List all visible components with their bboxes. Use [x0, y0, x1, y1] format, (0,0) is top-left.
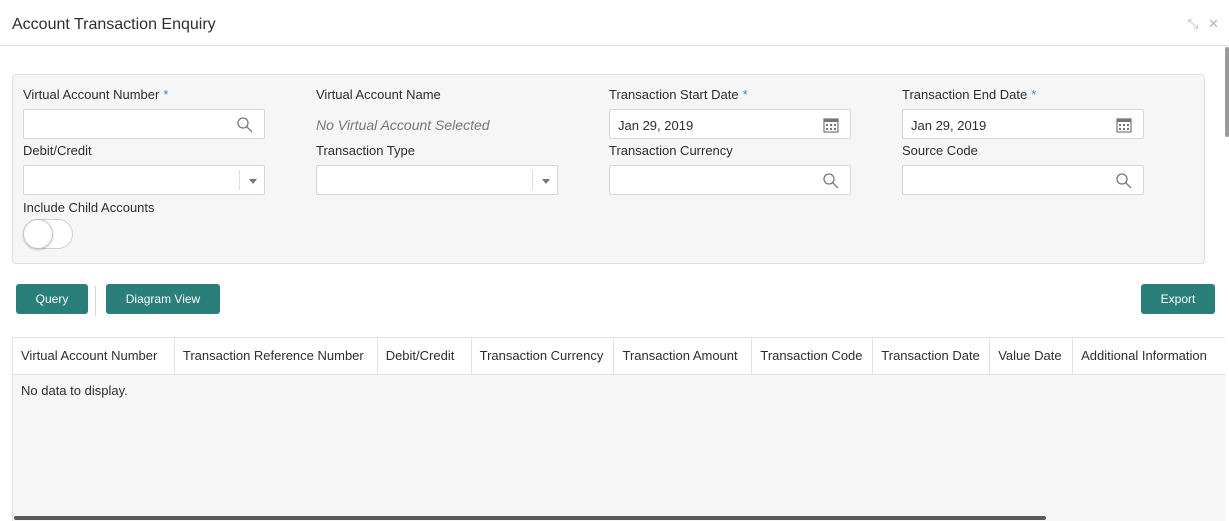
column-header[interactable]: Transaction Amount	[614, 338, 753, 374]
debit-credit-select[interactable]	[23, 165, 265, 195]
debit-credit-field: Debit/Credit	[23, 143, 265, 195]
vertical-scrollbar[interactable]	[1225, 47, 1229, 137]
transaction-start-date-label: Transaction Start Date	[609, 87, 739, 102]
table-body	[13, 405, 1225, 521]
source-code-field: Source Code	[902, 143, 1144, 195]
transaction-end-date-label: Transaction End Date	[902, 87, 1028, 102]
virtual-account-number-field: Virtual Account Number *	[23, 87, 265, 139]
column-header[interactable]: Transaction Date	[873, 338, 991, 374]
column-header[interactable]: Value Date	[990, 338, 1074, 374]
export-button[interactable]: Export	[1141, 284, 1215, 314]
source-code-label: Source Code	[902, 143, 978, 158]
search-criteria-panel: Virtual Account Number * Virtual Account …	[12, 74, 1205, 264]
window-controls: ⤡ ✕	[1188, 16, 1219, 32]
search-icon[interactable]	[236, 116, 254, 134]
transaction-end-date-field: Transaction End Date * Jan 29, 2019	[902, 87, 1144, 139]
query-button[interactable]: Query	[16, 284, 88, 314]
transactions-table: Virtual Account Number Transaction Refer…	[12, 337, 1225, 521]
select-divider	[239, 170, 240, 190]
virtual-account-name-field: Virtual Account Name No Virtual Account …	[316, 87, 490, 133]
transaction-type-label: Transaction Type	[316, 143, 415, 158]
page-header: Account Transaction Enquiry ⤡ ✕	[0, 0, 1229, 46]
page-title: Account Transaction Enquiry	[12, 16, 216, 33]
transaction-start-date-field: Transaction Start Date * Jan 29, 2019	[609, 87, 851, 139]
column-header[interactable]: Transaction Code	[752, 338, 874, 374]
transaction-start-date-value: Jan 29, 2019	[618, 118, 694, 133]
transaction-type-field: Transaction Type	[316, 143, 558, 195]
calendar-icon[interactable]	[1115, 116, 1133, 134]
search-icon[interactable]	[1115, 172, 1133, 190]
calendar-icon[interactable]	[822, 116, 840, 134]
include-child-accounts-toggle[interactable]	[23, 219, 73, 249]
search-icon[interactable]	[822, 172, 840, 190]
transaction-end-date-input[interactable]: Jan 29, 2019	[902, 109, 1144, 139]
column-header[interactable]: Transaction Currency	[472, 338, 615, 374]
close-icon[interactable]: ✕	[1208, 16, 1219, 32]
source-code-input[interactable]	[902, 165, 1144, 195]
transaction-end-date-value: Jan 29, 2019	[911, 118, 987, 133]
chevron-down-icon[interactable]	[249, 179, 257, 184]
chevron-down-icon[interactable]	[542, 179, 550, 184]
virtual-account-number-label: Virtual Account Number	[23, 87, 160, 102]
transaction-start-date-input[interactable]: Jan 29, 2019	[609, 109, 851, 139]
transaction-currency-input[interactable]	[609, 165, 851, 195]
toggle-knob	[23, 219, 53, 249]
include-child-accounts-label: Include Child Accounts	[23, 200, 155, 215]
required-mark: *	[1031, 87, 1037, 102]
column-header[interactable]: Transaction Reference Number	[175, 338, 378, 374]
column-header[interactable]: Virtual Account Number	[13, 338, 175, 374]
virtual-account-name-label: Virtual Account Name	[316, 87, 441, 102]
transaction-type-select[interactable]	[316, 165, 558, 195]
virtual-account-number-input[interactable]	[23, 109, 265, 139]
include-child-accounts-field: Include Child Accounts	[23, 200, 155, 218]
transaction-currency-label: Transaction Currency	[609, 143, 733, 158]
debit-credit-label: Debit/Credit	[23, 143, 92, 158]
button-divider	[95, 286, 96, 316]
diagram-view-button[interactable]: Diagram View	[106, 284, 220, 314]
column-header[interactable]: Debit/Credit	[378, 338, 472, 374]
empty-table-message: No data to display.	[13, 375, 1225, 405]
transaction-currency-field: Transaction Currency	[609, 143, 851, 195]
horizontal-scrollbar[interactable]	[14, 516, 1046, 520]
select-divider	[532, 170, 533, 190]
required-mark: *	[742, 87, 748, 102]
required-mark: *	[163, 87, 169, 102]
minimize-icon[interactable]: ⤡	[1188, 16, 1198, 32]
virtual-account-name-value: No Virtual Account Selected	[316, 117, 490, 133]
table-header: Virtual Account Number Transaction Refer…	[13, 337, 1225, 375]
column-header[interactable]: Additional Information	[1073, 338, 1225, 374]
